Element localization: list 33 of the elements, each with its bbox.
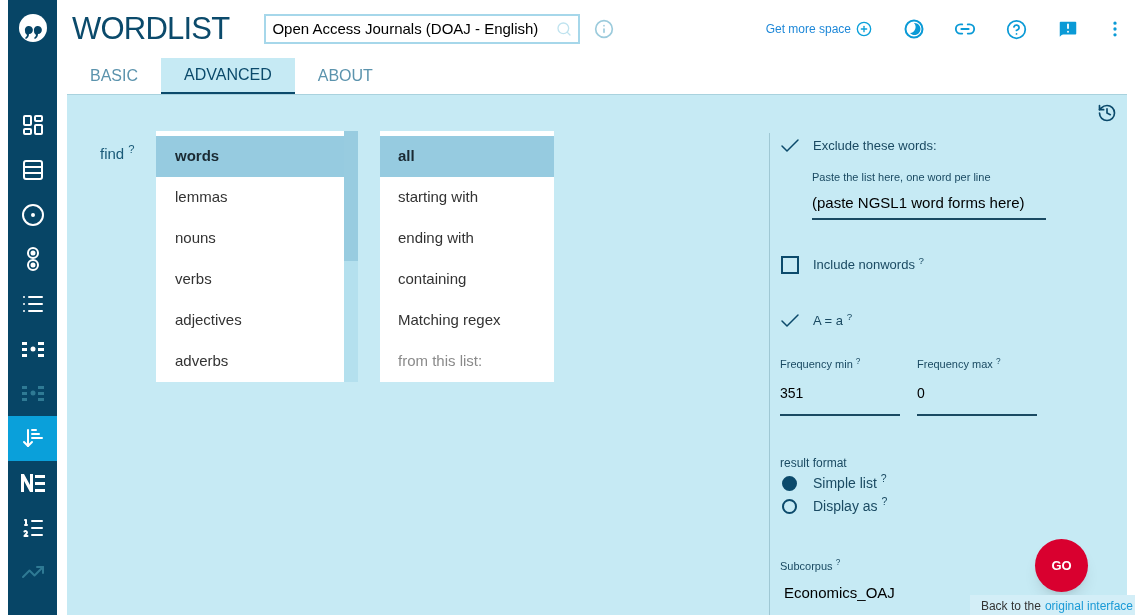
match-option[interactable]: containing: [380, 259, 554, 300]
match-option[interactable]: Matching regex: [380, 300, 554, 341]
radio-label: Simple list $^{?}$: [813, 472, 887, 493]
corpus-field[interactable]: Open Access Journals (DOAJ - English): [264, 14, 581, 44]
app-title: WORDLIST: [72, 9, 230, 48]
word-type-option[interactable]: lemmas: [156, 177, 344, 218]
radio-option[interactable]: Simple list $^{?}$: [778, 471, 1127, 495]
case-label: A = a $^{?}$: [813, 311, 853, 331]
exclude-words-field[interactable]: (paste NGSL1 word forms here): [812, 191, 1046, 220]
exclude-label: Exclude these words:: [813, 137, 937, 156]
word-type-option[interactable]: adjectives: [156, 300, 344, 341]
match-option[interactable]: starting with: [380, 177, 554, 218]
paste-hint: Paste the list here, one word per line: [812, 170, 991, 185]
word-type-option[interactable]: words: [156, 136, 344, 177]
tab[interactable]: ADVANCED: [161, 58, 295, 94]
match-option[interactable]: ending with: [380, 218, 554, 259]
frequency-label: Frequency max $^{?}$: [917, 356, 1002, 372]
subcorpus-label: Subcorpus $^{?}$: [780, 557, 841, 574]
frequency-field[interactable]: 351: [780, 382, 900, 416]
match-option[interactable]: all: [380, 136, 554, 177]
nonwords-label: Include nonwords $^{?}$: [813, 255, 924, 275]
radio-label: Display as $^{?}$: [813, 495, 888, 516]
find-label: find $^{?}$: [100, 142, 136, 164]
subcorpus-value[interactable]: Economics_OAJ: [784, 582, 895, 605]
result-format-label: result format: [780, 454, 847, 472]
frequency-label: Frequency min $^{?}$: [780, 356, 862, 372]
word-type-option[interactable]: verbs: [156, 259, 344, 300]
frequency-field[interactable]: 0: [917, 382, 1037, 416]
footer-text: Back to the: [980, 598, 1041, 615]
radio-option[interactable]: Display as $^{?}$: [778, 494, 1127, 518]
word-type-option[interactable]: nouns: [156, 218, 344, 259]
get-more-space-link[interactable]: Get more space: [765, 20, 872, 38]
word-type-option[interactable]: adverbs: [156, 341, 344, 382]
